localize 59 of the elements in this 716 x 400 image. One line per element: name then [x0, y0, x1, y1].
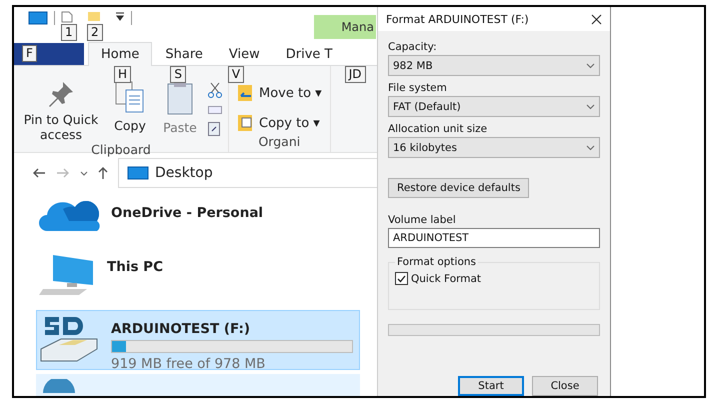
- folder-icon: [237, 114, 255, 132]
- chevron-down-icon: [586, 104, 595, 110]
- drive-tile[interactable]: ARDUINOTEST (F:) 919 MB free of 978 MB: [36, 310, 360, 370]
- desktop-icon[interactable]: [28, 11, 48, 25]
- desktop-icon: [127, 166, 149, 180]
- paste-button[interactable]: Paste: [158, 80, 202, 142]
- close-icon[interactable]: [591, 14, 602, 24]
- paste-shortcut-icon[interactable]: [208, 122, 220, 136]
- group-title: Format options: [395, 256, 478, 268]
- field-label: Allocation unit size: [388, 123, 488, 135]
- chevron-down-icon: [586, 62, 595, 68]
- copy-button[interactable]: Copy: [108, 80, 152, 142]
- up-icon[interactable]: [98, 166, 108, 180]
- ribbon-tab[interactable]: Home: [88, 42, 152, 66]
- chevron-down-icon[interactable]: [80, 170, 88, 176]
- list-item[interactable]: OneDrive - Personal: [36, 194, 360, 244]
- pin-icon: [47, 80, 75, 108]
- ribbon-tab[interactable]: Share: [152, 42, 216, 66]
- contextual-tab-group: Mana: [314, 15, 376, 39]
- list-item[interactable]: [36, 374, 360, 396]
- checkmark-icon: [397, 274, 406, 282]
- quick-format-checkbox[interactable]: Quick Format: [395, 272, 593, 285]
- clipboard-icon: [166, 80, 194, 116]
- keytip: JD: [344, 66, 366, 83]
- field-label: Capacity:: [388, 41, 438, 53]
- address-bar[interactable]: Desktop: [118, 158, 379, 188]
- keytip: S: [170, 66, 186, 83]
- list-item[interactable]: This PC: [36, 248, 360, 306]
- copy-to-button[interactable]: Copy to ▾: [235, 112, 324, 134]
- group-label: Organi: [257, 134, 302, 151]
- close-button[interactable]: Close: [532, 376, 598, 396]
- document-icon[interactable]: [61, 11, 73, 23]
- keytip: 1: [61, 24, 77, 41]
- chevron-down-icon: [586, 144, 595, 150]
- copy-icon: [114, 80, 146, 114]
- group-label: Clipboard: [90, 142, 152, 159]
- field-label: File system: [388, 82, 448, 94]
- restore-defaults-button[interactable]: Restore device defaults: [388, 178, 530, 198]
- keytip: 2: [87, 24, 103, 41]
- move-to-button[interactable]: Move to ▾: [235, 82, 324, 104]
- ribbon-tab[interactable]: View: [216, 42, 273, 66]
- customize-menu-icon[interactable]: [115, 11, 125, 21]
- field-label: Volume label: [388, 214, 457, 226]
- free-space-text: 919 MB free of 978 MB: [111, 356, 266, 372]
- keytip: V: [228, 66, 244, 83]
- dropdown[interactable]: 982 MB: [388, 55, 600, 76]
- keytip: F: [22, 45, 37, 62]
- start-button[interactable]: Start: [458, 376, 524, 396]
- keytip: H: [114, 66, 132, 83]
- back-icon[interactable]: [32, 168, 46, 178]
- dialog-title: Format ARDUINOTEST (F:): [386, 12, 529, 26]
- file-tab[interactable]: F: [14, 43, 84, 65]
- dropdown[interactable]: FAT (Default): [388, 96, 600, 117]
- folder-icon: [237, 84, 255, 102]
- ribbon-tab[interactable]: Drive T: [272, 42, 346, 66]
- volume-label-field[interactable]: ARDUINOTEST: [388, 228, 600, 248]
- scissors-icon[interactable]: [208, 82, 222, 98]
- dropdown[interactable]: 16 kilobytes: [388, 137, 600, 158]
- pin-button[interactable]: Pin to Quick access: [20, 80, 102, 142]
